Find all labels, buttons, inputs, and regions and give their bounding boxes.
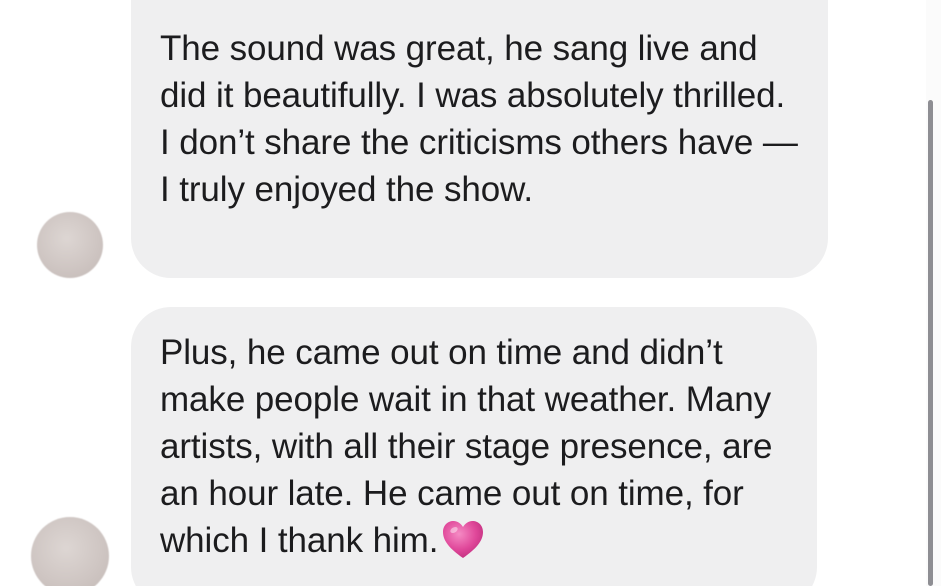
message-text: The sound was great, he sang live and di… [160, 29, 798, 209]
message-bubble[interactable]: The sound was great, he sang live and di… [131, 0, 828, 278]
message-bubble[interactable]: Plus, he came out on time and didn’t mak… [131, 307, 817, 586]
avatar[interactable] [37, 212, 103, 278]
scrollbar[interactable] [928, 100, 933, 586]
message-text: Plus, he came out on time and didn’t mak… [160, 329, 789, 564]
message-thread: The sound was great, he sang live and di… [0, 0, 941, 586]
avatar[interactable] [31, 517, 109, 586]
pink-heart-icon [443, 521, 484, 558]
